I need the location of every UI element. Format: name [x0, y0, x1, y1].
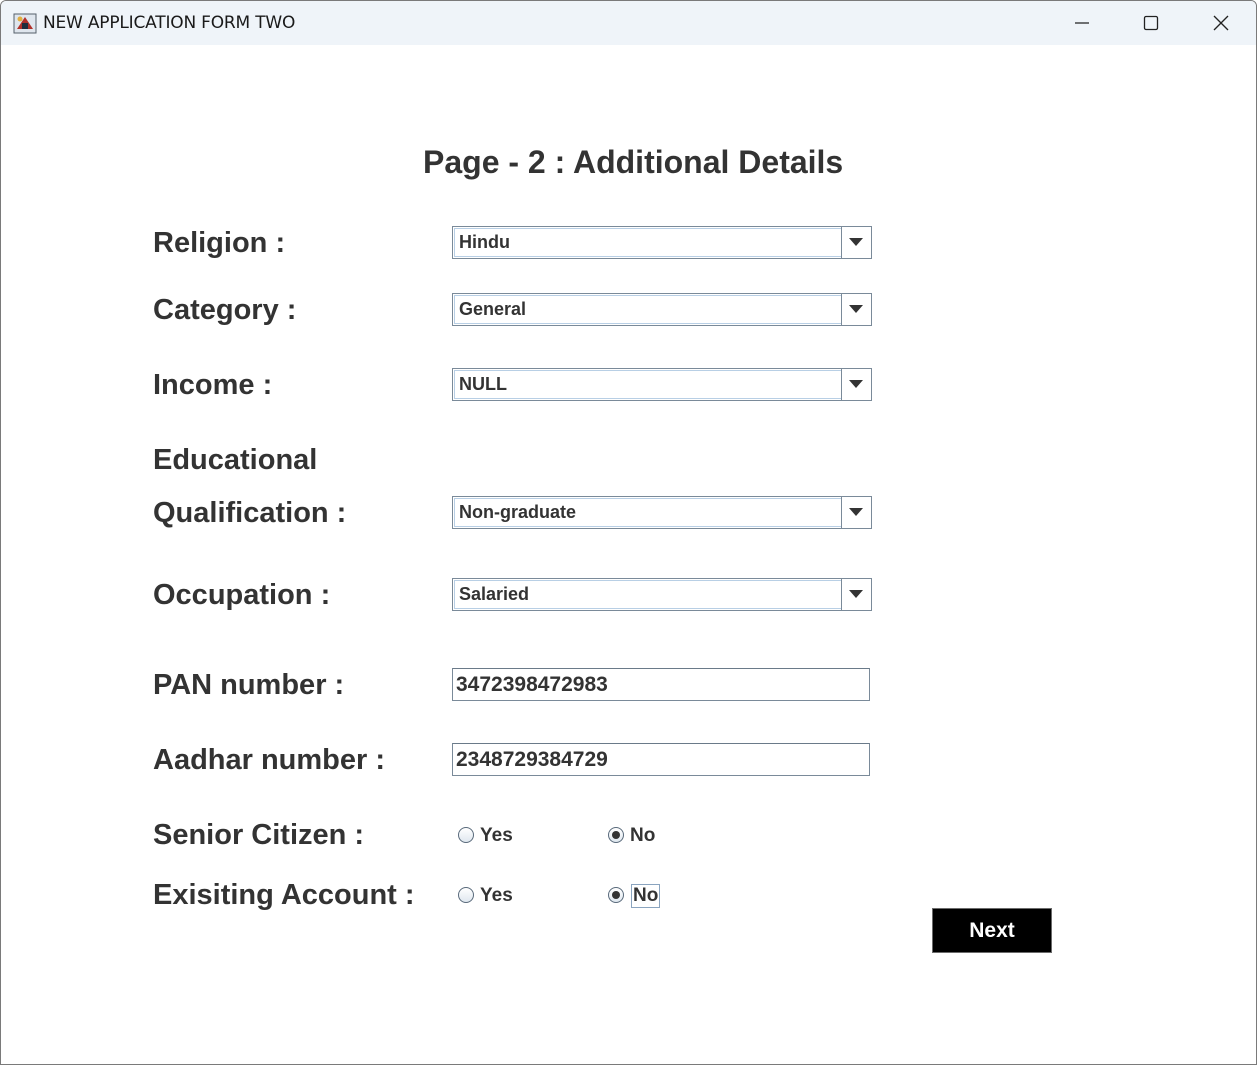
senior-citizen-no-radio[interactable]: No — [608, 825, 668, 849]
income-dropdown-button[interactable] — [841, 369, 871, 400]
senior-citizen-no-label: No — [630, 825, 656, 846]
occupation-dropdown-button[interactable] — [841, 579, 871, 610]
page-title: Page - 2 : Additional Details — [423, 144, 844, 180]
education-label-line1: Educational — [153, 444, 318, 476]
religion-dropdown[interactable]: Hindu — [452, 226, 872, 259]
category-selected-value: General — [454, 295, 842, 324]
minimize-icon — [1075, 22, 1089, 24]
category-dropdown[interactable]: General — [452, 293, 872, 326]
chevron-down-icon — [849, 238, 863, 246]
category-dropdown-button[interactable] — [841, 294, 871, 325]
aadhar-label: Aadhar number : — [153, 744, 386, 776]
religion-dropdown-button[interactable] — [841, 227, 871, 258]
existing-account-no-label: No — [630, 884, 661, 908]
education-dropdown-button[interactable] — [841, 497, 871, 528]
pan-label: PAN number : — [153, 669, 345, 701]
income-selected-value: NULL — [454, 370, 842, 399]
religion-label: Religion : — [153, 227, 286, 259]
title-bar[interactable]: NEW APPLICATION FORM TWO — [1, 1, 1256, 45]
education-selected-value: Non-graduate — [454, 498, 842, 527]
next-button[interactable]: Next — [932, 908, 1052, 953]
education-dropdown[interactable]: Non-graduate — [452, 496, 872, 529]
minimize-button[interactable] — [1046, 1, 1116, 45]
existing-account-no-radio[interactable]: No — [608, 884, 668, 909]
chevron-down-icon — [849, 508, 863, 516]
senior-citizen-yes-radio[interactable]: Yes — [458, 825, 528, 849]
radio-checked-icon — [608, 887, 624, 903]
category-label: Category : — [153, 294, 297, 326]
chevron-down-icon — [849, 380, 863, 388]
close-button[interactable] — [1185, 1, 1255, 45]
application-window: NEW APPLICATION FORM TWO Page - 2 : Addi… — [0, 0, 1257, 1065]
senior-citizen-label: Senior Citizen : — [153, 819, 365, 851]
occupation-selected-value: Salaried — [454, 580, 842, 609]
income-label: Income : — [153, 369, 273, 401]
existing-account-yes-radio[interactable]: Yes — [458, 885, 528, 909]
radio-unchecked-icon — [458, 827, 474, 843]
chevron-down-icon — [849, 590, 863, 598]
religion-selected-value: Hindu — [454, 228, 842, 257]
maximize-icon — [1143, 15, 1159, 31]
occupation-dropdown[interactable]: Salaried — [452, 578, 872, 611]
maximize-button[interactable] — [1115, 1, 1185, 45]
education-label-line2: Qualification : — [153, 497, 347, 529]
radio-checked-icon — [608, 827, 624, 843]
pan-number-input[interactable]: 3472398472983 — [452, 668, 870, 701]
radio-unchecked-icon — [458, 887, 474, 903]
chevron-down-icon — [849, 305, 863, 313]
window-title: NEW APPLICATION FORM TWO — [43, 13, 296, 33]
existing-account-yes-label: Yes — [480, 885, 513, 906]
aadhar-number-input[interactable]: 2348729384729 — [452, 743, 870, 776]
occupation-label: Occupation : — [153, 579, 331, 611]
existing-account-label: Exisiting Account : — [153, 879, 415, 911]
close-icon — [1213, 15, 1229, 31]
senior-citizen-yes-label: Yes — [480, 825, 513, 846]
income-dropdown[interactable]: NULL — [452, 368, 872, 401]
java-app-icon — [13, 11, 37, 35]
